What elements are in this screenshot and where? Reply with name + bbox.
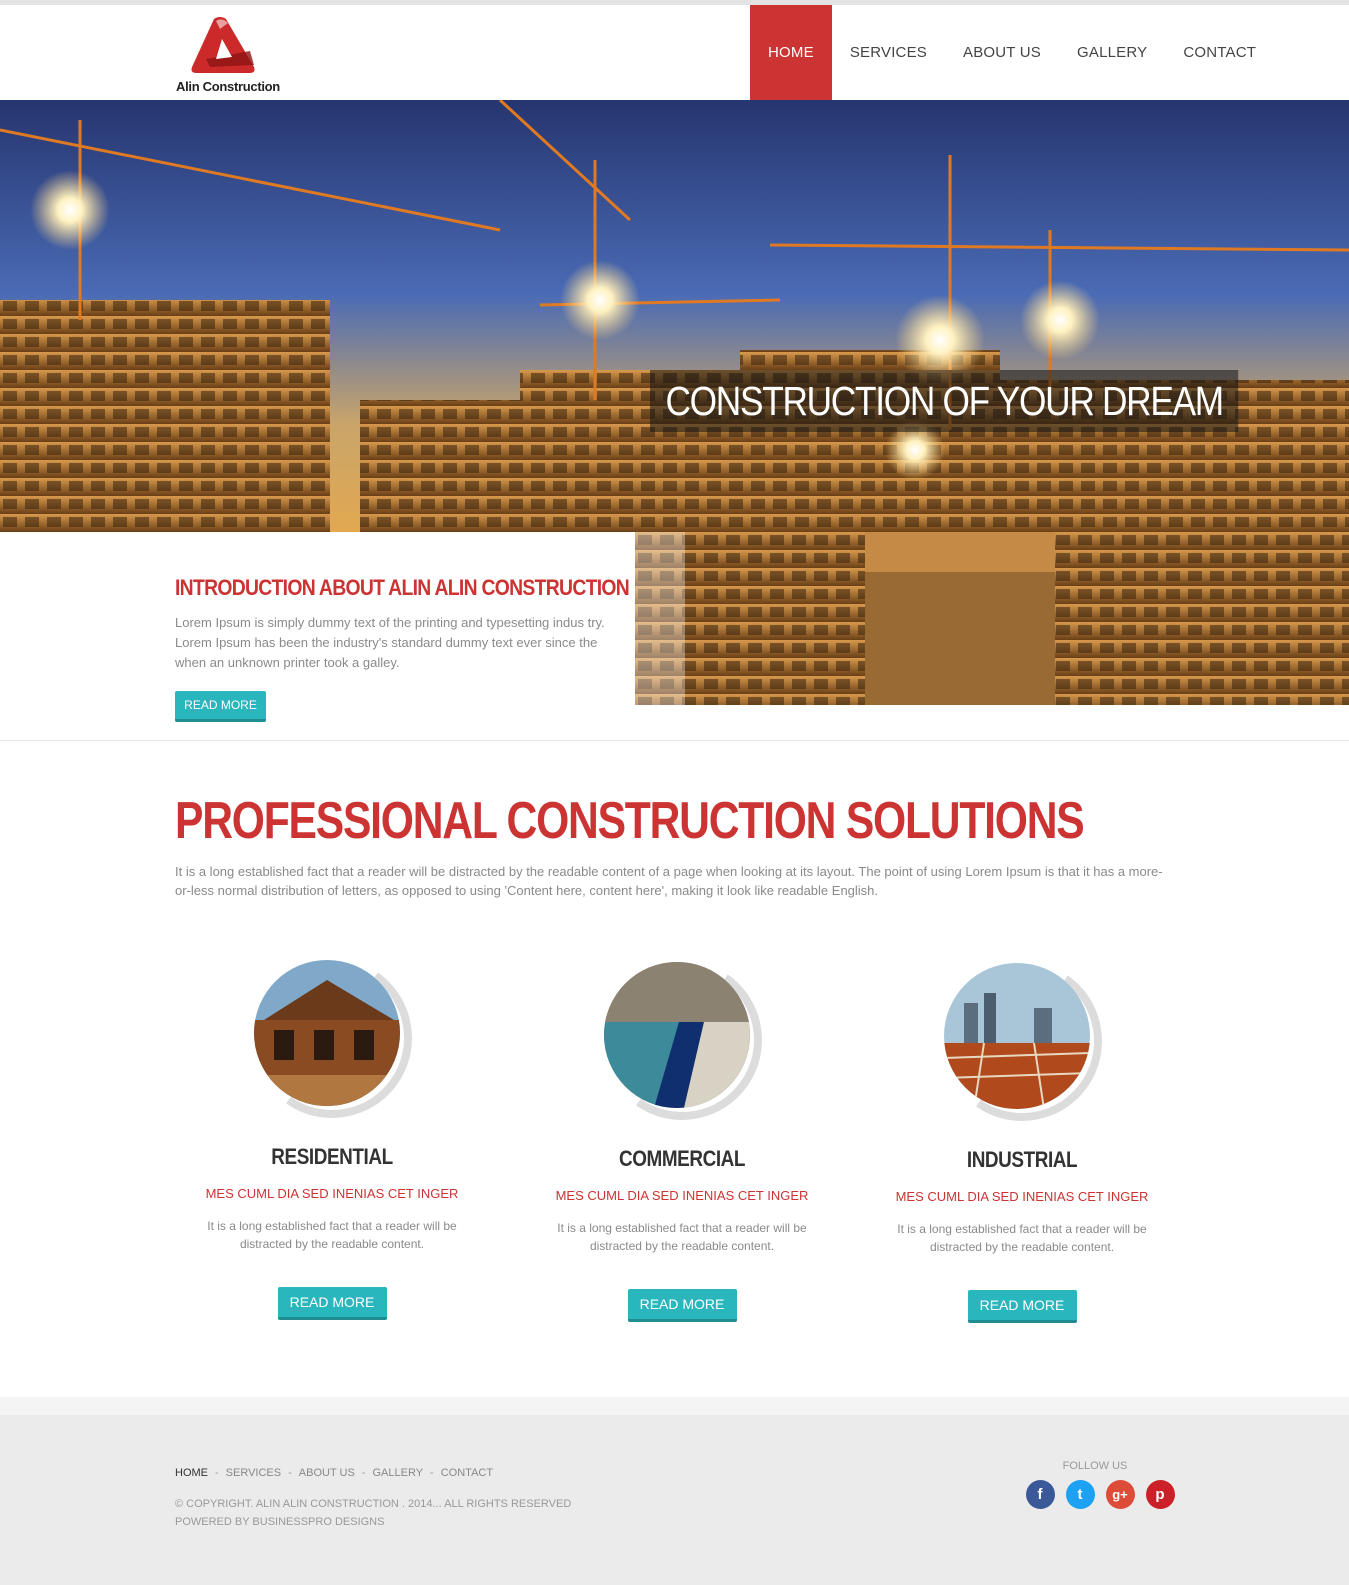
footer-separator: -: [288, 1467, 292, 1479]
solutions-section: PROFESSIONAL CONSTRUCTION SOLUTIONS It i…: [175, 790, 1165, 900]
industrial-image[interactable]: [944, 963, 1090, 1109]
intro-section: INTRODUCTION ABOUT ALIN ALIN CONSTRUCTIO…: [175, 575, 630, 722]
service-text: It is a long established fact that a rea…: [207, 1219, 457, 1251]
facebook-icon[interactable]: f: [1025, 1480, 1055, 1509]
intro-title: INTRODUCTION ABOUT ALIN ALIN CONSTRUCTIO…: [175, 575, 630, 600]
footer-link-about-us[interactable]: ABOUT US: [299, 1467, 355, 1479]
intro-read-more-button[interactable]: READ MORE: [175, 691, 266, 722]
service-subtitle: MES CUML DIA SED INENIAS CET INGER: [205, 1186, 459, 1201]
footer-link-home[interactable]: HOME: [175, 1467, 208, 1479]
site-logo[interactable]: Alin Construction: [176, 15, 286, 95]
follow-us-label: FOLLOW US: [1062, 1460, 1128, 1472]
footer-link-services[interactable]: SERVICES: [226, 1467, 281, 1479]
footer-nav: HOME - SERVICES - ABOUT US - GALLERY - C…: [175, 1467, 493, 1479]
site-header: Alin Construction HOME SERVICES ABOUT US…: [0, 5, 1349, 100]
twitter-icon[interactable]: t: [1065, 1480, 1095, 1509]
nav-services[interactable]: SERVICES: [832, 5, 945, 100]
footer-separator: -: [430, 1467, 434, 1479]
hero-banner: CONSTRUCTION OF YOUR DREAM: [0, 100, 1349, 532]
social-icons: f t g+ p: [1020, 1480, 1180, 1509]
copyright-text: © COPYRIGHT. ALIN ALIN CONSTRUCTION . 20…: [175, 1498, 572, 1510]
service-industrial: INDUSTRIAL MES CUML DIA SED INENIAS CET …: [872, 948, 1172, 1323]
service-image-frame: [589, 947, 775, 1133]
solutions-title: PROFESSIONAL CONSTRUCTION SOLUTIONS: [175, 792, 1085, 850]
powered-by-text: POWERED BY BUSINESSPRO DESIGNS: [175, 1516, 385, 1528]
nav-gallery[interactable]: GALLERY: [1059, 5, 1165, 100]
commercial-image[interactable]: [604, 962, 750, 1108]
service-subtitle: MES CUML DIA SED INENIAS CET INGER: [555, 1188, 809, 1203]
site-footer: HOME - SERVICES - ABOUT US - GALLERY - C…: [0, 1415, 1349, 1585]
service-residential: RESIDENTIAL MES CUML DIA SED INENIAS CET…: [182, 945, 482, 1320]
footer-top-band: [0, 1397, 1349, 1415]
commercial-read-more-button[interactable]: READ MORE: [627, 1289, 737, 1322]
service-text: It is a long established fact that a rea…: [557, 1221, 807, 1253]
hero-caption: CONSTRUCTION OF YOUR DREAM: [650, 370, 1239, 432]
footer-separator: -: [215, 1467, 219, 1479]
service-title: COMMERCIAL: [618, 1146, 746, 1171]
footer-link-gallery[interactable]: GALLERY: [372, 1467, 423, 1479]
nav-home[interactable]: HOME: [750, 5, 832, 100]
logo-mark-icon: [191, 17, 255, 73]
section-divider: [0, 740, 1349, 741]
footer-separator: -: [361, 1467, 366, 1479]
intro-image: [635, 532, 1349, 705]
nav-about-us[interactable]: ABOUT US: [945, 5, 1059, 100]
service-title: RESIDENTIAL: [271, 1144, 393, 1169]
footer-link-contact[interactable]: CONTACT: [441, 1467, 493, 1479]
service-title: INDUSTRIAL: [966, 1147, 1078, 1172]
main-nav: HOME SERVICES ABOUT US GALLERY CONTACT: [750, 5, 1274, 100]
service-subtitle: MES CUML DIA SED INENIAS CET INGER: [895, 1189, 1149, 1204]
intro-text: Lorem Ipsum is simply dummy text of the …: [175, 615, 605, 670]
service-commercial: COMMERCIAL MES CUML DIA SED INENIAS CET …: [532, 947, 832, 1322]
service-image-frame: [929, 948, 1115, 1134]
industrial-read-more-button[interactable]: READ MORE: [967, 1290, 1077, 1323]
service-text: It is a long established fact that a rea…: [897, 1222, 1147, 1254]
copyright-block: © COPYRIGHT. ALIN ALIN CONSTRUCTION . 20…: [175, 1495, 571, 1531]
google-plus-icon[interactable]: g+: [1105, 1480, 1135, 1509]
pinterest-icon[interactable]: p: [1145, 1480, 1175, 1509]
residential-read-more-button[interactable]: READ MORE: [277, 1287, 387, 1320]
logo-text: Alin Construction: [176, 79, 280, 94]
residential-image[interactable]: [254, 960, 400, 1106]
follow-us: FOLLOW US f t g+ p: [1020, 1460, 1180, 1509]
nav-contact[interactable]: CONTACT: [1165, 5, 1274, 100]
solutions-text: It is a long established fact that a rea…: [175, 864, 1163, 898]
service-image-frame: [239, 945, 425, 1131]
hero-image: [0, 100, 1349, 532]
